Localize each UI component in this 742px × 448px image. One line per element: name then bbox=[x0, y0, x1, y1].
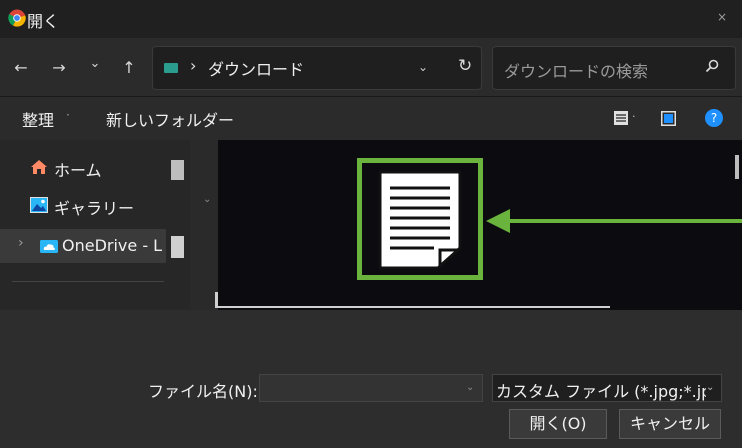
view-dropdown-icon[interactable]: · bbox=[632, 110, 636, 123]
open-button[interactable]: 開く(O) bbox=[509, 409, 607, 439]
sidebar-scrollbar-track[interactable] bbox=[171, 236, 184, 258]
search-icon bbox=[705, 59, 719, 73]
up-button[interactable]: ↑ bbox=[118, 58, 140, 77]
file-name-label: ファイル名(N): bbox=[148, 382, 258, 401]
sidebar-item-home[interactable]: ホーム bbox=[0, 150, 166, 184]
gallery-icon bbox=[30, 197, 48, 213]
breadcrumb-separator: › bbox=[190, 56, 197, 75]
view-options-icon[interactable] bbox=[614, 111, 628, 125]
file-type-value: カスタム ファイル (*.jpg;*.jpe bbox=[496, 382, 706, 401]
sidebar-item-onedrive[interactable]: › OneDrive - L bbox=[0, 229, 166, 263]
address-dropdown-icon[interactable]: ⌄ bbox=[418, 60, 428, 74]
back-button[interactable]: ← bbox=[10, 58, 32, 77]
preview-pane-icon[interactable] bbox=[661, 111, 676, 126]
refresh-icon[interactable]: ↻ bbox=[458, 56, 472, 76]
pane-splitter[interactable] bbox=[190, 140, 218, 310]
new-folder-button[interactable]: 新しいフォルダー bbox=[106, 107, 234, 131]
sidebar-item-label: ギャラリー bbox=[54, 199, 135, 218]
document-icon bbox=[378, 170, 462, 270]
pointer-arrow-icon bbox=[486, 209, 742, 233]
file-name-input[interactable] bbox=[259, 374, 483, 402]
file-name-dropdown-icon[interactable]: ⌄ bbox=[466, 382, 474, 393]
content-scrollbar-thumb[interactable] bbox=[735, 155, 739, 179]
sidebar-scrollbar-thumb[interactable] bbox=[171, 160, 184, 180]
cloud-icon bbox=[40, 240, 58, 253]
cancel-button[interactable]: キャンセル bbox=[619, 409, 721, 439]
breadcrumb-downloads[interactable]: ダウンロード bbox=[208, 56, 304, 80]
collapse-chevron-icon[interactable]: ⌄ bbox=[203, 194, 211, 205]
home-icon bbox=[31, 160, 47, 174]
organize-dropdown-icon[interactable]: · bbox=[66, 108, 70, 122]
file-type-dropdown-icon[interactable]: ⌄ bbox=[706, 382, 714, 393]
downloads-folder-icon bbox=[164, 63, 178, 73]
search-input[interactable]: ダウンロードの検索 bbox=[504, 58, 648, 82]
help-icon[interactable]: ? bbox=[705, 109, 723, 127]
title-bar bbox=[0, 0, 742, 38]
forward-button[interactable]: → bbox=[48, 58, 70, 77]
sidebar-item-label: OneDrive - L bbox=[62, 236, 163, 255]
sidebar-item-label: ホーム bbox=[54, 161, 102, 180]
expand-chevron-icon[interactable]: › bbox=[18, 235, 24, 251]
chrome-icon bbox=[8, 9, 26, 27]
address-bar[interactable] bbox=[152, 46, 482, 90]
sidebar-item-gallery[interactable]: ギャラリー bbox=[0, 188, 166, 222]
organize-button[interactable]: 整理 bbox=[22, 107, 54, 131]
sidebar-divider bbox=[12, 281, 164, 282]
selection-guide-horizontal bbox=[218, 306, 610, 308]
recent-locations-button[interactable]: ⌄ bbox=[84, 56, 106, 71]
close-icon[interactable]: × bbox=[714, 10, 730, 24]
window-title: 開く bbox=[27, 12, 60, 31]
